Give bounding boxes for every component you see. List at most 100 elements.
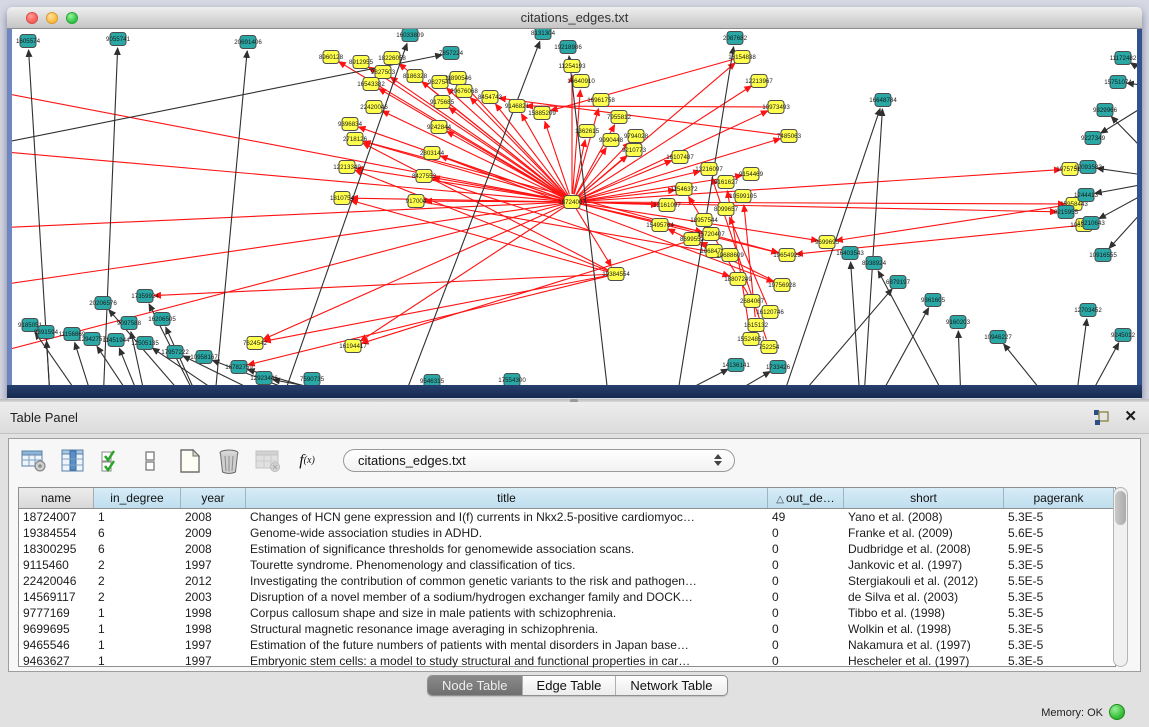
paper-node[interactable]: 16782759 <box>225 361 253 374</box>
tab-edge-table[interactable]: Edge Table <box>523 676 617 695</box>
paper-node[interactable]: 1244413 <box>1074 189 1099 202</box>
tab-node-table[interactable]: Node Table <box>428 676 523 695</box>
citation-edge[interactable] <box>836 205 1066 240</box>
table-row[interactable]: 1872400712008Changes of HCN gene express… <box>19 509 1115 525</box>
network-window[interactable]: citations_edges.txt 18724007896012889129… <box>7 7 1142 399</box>
paper-node[interactable]: 9210773 <box>622 144 647 157</box>
citation-edge[interactable] <box>672 372 770 385</box>
paper-node[interactable]: 8960128 <box>319 51 344 64</box>
paper-node[interactable]: 11254193 <box>558 60 586 73</box>
citation-edge[interactable] <box>576 209 611 266</box>
citation-edge[interactable] <box>47 341 52 385</box>
paper-node[interactable]: 9055741 <box>106 33 131 46</box>
paper-node[interactable]: 16961758 <box>587 94 615 107</box>
paper-node[interactable]: 8912955 <box>349 56 374 69</box>
paper-node[interactable]: 12161097 <box>653 199 681 212</box>
paper-node[interactable]: 1362615 <box>575 125 600 138</box>
paper-node[interactable]: 16120746 <box>756 306 784 319</box>
network-window-titlebar[interactable]: citations_edges.txt <box>7 7 1142 29</box>
paper-node[interactable]: 917004 <box>406 195 427 208</box>
paper-node[interactable]: 11451944 <box>102 334 130 347</box>
citation-edge[interactable] <box>1111 116 1137 179</box>
table-row[interactable]: 911546021997Tourette syndrome. Phenomeno… <box>19 557 1115 573</box>
paper-node[interactable]: 17554300 <box>498 374 526 386</box>
hide-columns-icon[interactable] <box>136 446 166 476</box>
paper-node[interactable]: 1605574 <box>16 35 41 48</box>
paper-node[interactable]: 9160203 <box>946 316 971 329</box>
citation-edge[interactable] <box>248 276 608 365</box>
paper-node[interactable]: 19654923 <box>773 249 801 262</box>
paper-node[interactable]: 7857224 <box>439 47 464 60</box>
paper-node[interactable]: 12505135 <box>131 337 159 350</box>
paper-node[interactable]: 9154469 <box>739 168 764 181</box>
paper-node[interactable]: 2803144 <box>420 147 445 160</box>
citation-edge[interactable] <box>1095 179 1137 193</box>
paper-node[interactable]: 2087682 <box>723 32 748 45</box>
paper-node[interactable]: 16648784 <box>869 94 897 107</box>
paper-node[interactable]: 16403543 <box>836 247 864 260</box>
citation-edge[interactable] <box>1004 344 1072 385</box>
paper-node[interactable]: 16543382 <box>357 78 385 91</box>
paper-node[interactable]: 10946227 <box>984 331 1012 344</box>
citation-edge[interactable] <box>958 331 962 385</box>
paper-node[interactable]: 8938924 <box>862 257 887 270</box>
citation-edge[interactable] <box>351 200 609 271</box>
paper-node[interactable]: 9699695 <box>815 236 840 249</box>
paper-node[interactable]: 15885209 <box>528 107 556 120</box>
column-header-in_degree[interactable]: in_degree <box>94 488 181 508</box>
paper-node[interactable]: 9546315 <box>420 375 445 386</box>
paper-node[interactable]: 9161627 <box>714 176 739 189</box>
paper-node[interactable]: 9391594 <box>34 326 59 339</box>
paper-node[interactable]: 6879197 <box>886 276 911 289</box>
column-header-year[interactable]: year <box>181 488 246 508</box>
citation-edge[interactable] <box>612 369 728 385</box>
citation-edge[interactable] <box>355 170 608 271</box>
citation-edge[interactable] <box>1097 168 1137 179</box>
paper-node[interactable]: 8099657 <box>714 203 739 216</box>
citation-edge[interactable] <box>356 168 564 200</box>
table-row[interactable]: 977716911998Corpus callosum shape and si… <box>19 605 1115 621</box>
paper-node[interactable]: 12923446 <box>250 372 278 385</box>
paper-node[interactable]: 752254 <box>759 341 780 354</box>
table-row[interactable]: 946362711997Embryonic stem cells: a mode… <box>19 653 1115 669</box>
paper-node[interactable]: 13216097 <box>695 163 723 176</box>
citation-edge[interactable] <box>264 276 608 342</box>
column-header-pagerank[interactable]: pagerank <box>1004 488 1114 508</box>
paper-node[interactable]: 12213967 <box>745 75 773 88</box>
paper-node[interactable]: 7955812 <box>607 111 632 124</box>
paper-node[interactable]: 8454743 <box>478 91 503 104</box>
paper-node[interactable]: 20206576 <box>89 297 117 310</box>
paper-node[interactable]: 16206505 <box>148 313 176 326</box>
column-header-title[interactable]: title <box>246 488 768 508</box>
citation-edge[interactable] <box>1099 179 1137 219</box>
paper-node[interactable]: 19218986 <box>554 41 582 54</box>
citation-edge[interactable] <box>580 170 1061 202</box>
paper-node[interactable]: 7590735 <box>300 373 325 386</box>
show-column-icon[interactable] <box>58 446 88 476</box>
close-panel-icon[interactable]: ✕ <box>1124 408 1137 426</box>
paper-node[interactable]: 10916555 <box>1089 249 1117 262</box>
new-table-icon[interactable] <box>175 446 205 476</box>
citation-edge[interactable] <box>439 156 773 282</box>
float-panel-icon[interactable] <box>1093 409 1110 426</box>
table-row[interactable]: 1830029562008Estimation of significance … <box>19 541 1115 557</box>
paper-node[interactable]: 1615132 <box>744 319 769 332</box>
citation-edge[interactable] <box>379 89 565 198</box>
citation-network-graph[interactable]: 1872400789601288912955182260589827503165… <box>12 29 1137 385</box>
citation-edge[interactable] <box>361 206 566 341</box>
table-selector-dropdown[interactable]: citations_edges.txt <box>343 449 735 472</box>
paper-node[interactable]: 8186328 <box>403 70 428 83</box>
paper-node[interactable]: 11172482 <box>1110 52 1137 65</box>
paper-node[interactable]: 9990448 <box>599 134 624 147</box>
citation-edge[interactable] <box>75 343 102 385</box>
table-row[interactable]: 946554611997Estimation of the future num… <box>19 637 1115 653</box>
tab-network-table[interactable]: Network Table <box>616 676 726 695</box>
paper-node[interactable]: 1733426 <box>766 361 791 374</box>
paper-node[interactable]: 9245012 <box>1111 329 1136 342</box>
network-canvas[interactable]: 1872400789601288912955182260589827503165… <box>12 29 1137 385</box>
paper-node[interactable]: 15751074 <box>1104 76 1132 89</box>
table-row[interactable]: 2242004622012Investigating the contribut… <box>19 573 1115 589</box>
paper-node[interactable]: 20691406 <box>234 36 262 49</box>
table-row[interactable]: 969969511998Structural magnetic resonanc… <box>19 621 1115 637</box>
citation-edge[interactable] <box>362 236 704 343</box>
